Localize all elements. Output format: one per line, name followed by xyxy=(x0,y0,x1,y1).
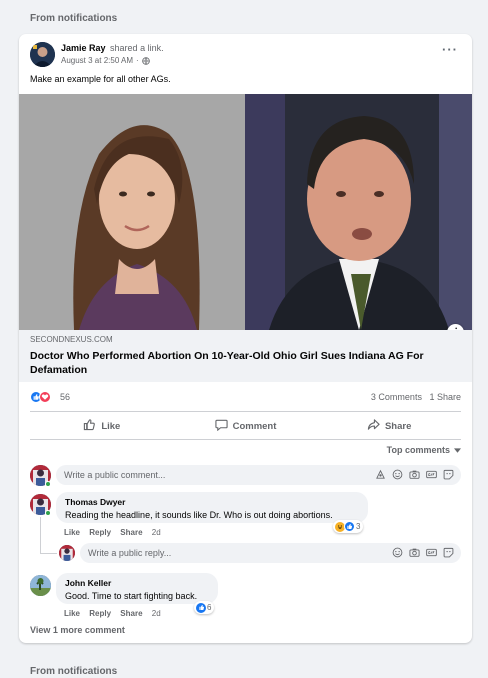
post-actions: Like Comment Share xyxy=(30,415,461,437)
comment-input-placeholder: Write a public comment... xyxy=(64,470,166,480)
emoji-icon[interactable] xyxy=(392,547,403,558)
comment-reaction-count: 3 xyxy=(356,522,361,531)
link-preview-meta[interactable]: SECONDNEXUS.COM Doctor Who Performed Abo… xyxy=(19,330,472,382)
globe-icon xyxy=(141,56,150,65)
comment-like-button[interactable]: Like xyxy=(64,609,80,618)
reply-input[interactable]: Write a public reply... xyxy=(80,543,461,563)
camera-icon[interactable] xyxy=(409,547,420,558)
link-preview-image[interactable] xyxy=(19,94,472,330)
post-text: Make an example for all other AGs. xyxy=(30,74,171,84)
comments-count[interactable]: 3 Comments xyxy=(371,392,422,402)
comment-input-tools xyxy=(375,469,454,480)
comment-reply-button[interactable]: Reply xyxy=(89,609,111,618)
shares-count[interactable]: 1 Share xyxy=(429,392,461,402)
section-label-bottom: From notifications xyxy=(30,666,118,677)
sticker-square-icon[interactable] xyxy=(443,469,454,480)
comment-reactions[interactable]: 3 xyxy=(333,520,364,533)
comment-author[interactable]: John Keller xyxy=(65,578,209,588)
gif-icon[interactable] xyxy=(426,547,437,558)
post-meta: August 3 at 2:50 AM · xyxy=(61,56,150,65)
love-reaction-icon xyxy=(39,391,51,403)
comment-reply-button[interactable]: Reply xyxy=(89,528,111,537)
current-user-avatar[interactable] xyxy=(59,545,75,561)
gif-icon[interactable] xyxy=(426,469,437,480)
like-button-label: Like xyxy=(101,420,121,432)
share-arrow-icon xyxy=(367,418,380,434)
comment-timestamp[interactable]: 2d xyxy=(152,528,161,537)
author-avatar[interactable] xyxy=(30,42,55,67)
top-comments-label: Top comments xyxy=(386,445,450,455)
comment-like-button[interactable]: Like xyxy=(64,528,80,537)
comment-input[interactable]: Write a public comment... xyxy=(56,465,461,485)
link-title[interactable]: Doctor Who Performed Abortion On 10-Year… xyxy=(30,349,460,377)
like-button[interactable]: Like xyxy=(30,415,174,437)
comment-button[interactable]: Comment xyxy=(174,415,318,437)
speech-bubble-icon xyxy=(214,418,228,434)
sticker-square-icon[interactable] xyxy=(443,547,454,558)
comment-bubble: John Keller Good. Time to start fighting… xyxy=(56,573,218,604)
thumbs-up-icon xyxy=(83,418,96,434)
comment-text: Reading the headline, it sounds like Dr.… xyxy=(65,510,333,520)
post-card: Jamie Ray shared a link. August 3 at 2:5… xyxy=(19,34,472,643)
comment-share-button[interactable]: Share xyxy=(120,609,142,618)
share-button[interactable]: Share xyxy=(317,415,461,437)
camera-icon[interactable] xyxy=(409,469,420,480)
like-reaction-icon xyxy=(196,602,206,613)
link-domain: SECONDNEXUS.COM xyxy=(30,335,113,344)
comment-actions: Like Reply Share 2d xyxy=(64,609,168,618)
meta-dot: · xyxy=(136,56,139,65)
post-header: Jamie Ray shared a link. August 3 at 2:5… xyxy=(30,42,461,70)
view-more-comments[interactable]: View 1 more comment xyxy=(30,625,125,635)
like-reaction-icon xyxy=(344,521,355,532)
author-action: shared a link. xyxy=(110,43,164,53)
author-line: Jamie Ray shared a link. xyxy=(61,43,164,53)
comment-share-button[interactable]: Share xyxy=(120,528,142,537)
comment-timestamp[interactable]: 2d xyxy=(152,609,161,618)
emoji-icon[interactable] xyxy=(392,469,403,480)
author-name[interactable]: Jamie Ray xyxy=(61,43,106,53)
online-status-dot xyxy=(45,481,51,487)
reply-input-placeholder: Write a public reply... xyxy=(88,548,172,558)
engagement-counts: 3 Comments 1 Share xyxy=(371,392,461,402)
share-button-label: Share xyxy=(384,420,412,432)
comment-actions: Like Reply Share 2d xyxy=(64,528,168,537)
comment-author[interactable]: Thomas Dwyer xyxy=(65,497,359,507)
divider xyxy=(30,439,461,440)
comment-author-avatar[interactable] xyxy=(30,575,51,596)
reaction-icons[interactable] xyxy=(30,391,51,403)
more-options-icon[interactable]: ··· xyxy=(441,43,459,59)
post-timestamp[interactable]: August 3 at 2:50 AM xyxy=(61,56,133,65)
comment-button-label: Comment xyxy=(232,420,277,432)
section-label-top: From notifications xyxy=(30,13,118,24)
reply-input-tools xyxy=(392,547,454,558)
reply-thread-line xyxy=(40,517,41,554)
reaction-count[interactable]: 56 xyxy=(60,392,70,402)
reactions-summary: 56 3 Comments 1 Share xyxy=(30,391,461,405)
caret-down-icon xyxy=(454,445,461,455)
reply-thread-line xyxy=(40,553,57,554)
comment-bubble: Thomas Dwyer Reading the headline, it so… xyxy=(56,492,368,523)
divider xyxy=(30,411,461,412)
comment-reaction-count: 6 xyxy=(207,603,212,612)
sticker-icon[interactable] xyxy=(375,469,386,480)
top-comments-filter[interactable]: Top comments xyxy=(387,445,461,455)
online-status-dot xyxy=(45,510,51,516)
comment-text: Good. Time to start fighting back. xyxy=(65,591,198,601)
comment-reactions[interactable]: 6 xyxy=(194,601,215,614)
